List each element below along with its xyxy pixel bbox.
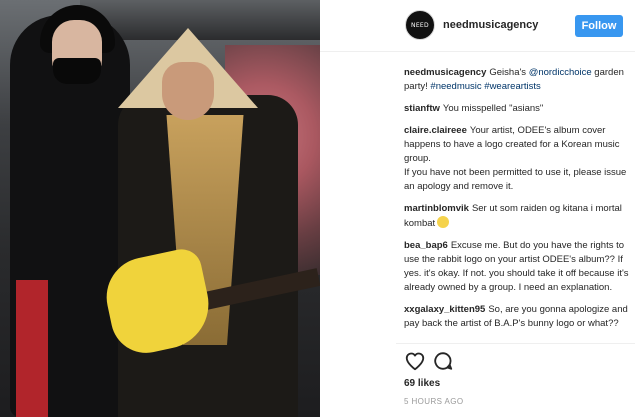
- divider: [396, 343, 635, 344]
- post-username[interactable]: needmusicagency: [443, 19, 538, 31]
- comments-fade: [404, 328, 629, 342]
- hashtag-link[interactable]: #needmusic: [430, 81, 481, 92]
- comment-item: needmusicagency Geisha's @nordicchoice ga…: [404, 66, 629, 94]
- comment-username[interactable]: bea_bap6: [404, 240, 448, 251]
- comment-item: martinblomvik Ser ut som raiden og kitana…: [404, 202, 629, 231]
- grinning-face-emoji-icon: [437, 216, 450, 228]
- comment-text: Geisha's: [489, 67, 529, 78]
- photo-person-left-mask: [53, 58, 101, 84]
- comment-item: xxgalaxy_kitten95 So, are you gonna apolo…: [404, 303, 629, 331]
- comment-item: claire.claireee Your artist, ODEE's album…: [404, 124, 629, 194]
- comments-list[interactable]: needmusicagency Geisha's @nordicchoice ga…: [404, 66, 629, 341]
- comment-username[interactable]: xxgalaxy_kitten95: [404, 304, 485, 315]
- comment-item: bea_bap6 Excuse me. But do you have the r…: [404, 239, 629, 295]
- heart-icon[interactable]: [404, 350, 426, 372]
- post-actions: [404, 350, 484, 374]
- comment-username[interactable]: martinblomvik: [404, 203, 469, 214]
- photo-person-left-arm: [16, 280, 48, 417]
- mention-link[interactable]: @nordicchoice: [529, 67, 592, 78]
- post-photo[interactable]: [0, 0, 320, 417]
- post-timestamp: 5 HOURS AGO: [404, 397, 464, 406]
- comment-bubble-icon[interactable]: [432, 350, 454, 372]
- comment-username[interactable]: stianftw: [404, 103, 440, 114]
- avatar-logo-text: NEED: [411, 21, 429, 29]
- hashtag-link[interactable]: #weareartists: [484, 81, 541, 92]
- comment-username[interactable]: needmusicagency: [404, 67, 486, 78]
- follow-button[interactable]: Follow: [575, 15, 623, 37]
- comment-text: You misspelled "asians": [442, 103, 544, 114]
- profile-avatar[interactable]: NEED: [405, 10, 435, 40]
- comment-item: stianftw You misspelled "asians": [404, 102, 629, 116]
- likes-count[interactable]: 69 likes: [404, 378, 440, 389]
- photo-person-right-face: [162, 62, 214, 120]
- comment-username[interactable]: claire.claireee: [404, 125, 467, 136]
